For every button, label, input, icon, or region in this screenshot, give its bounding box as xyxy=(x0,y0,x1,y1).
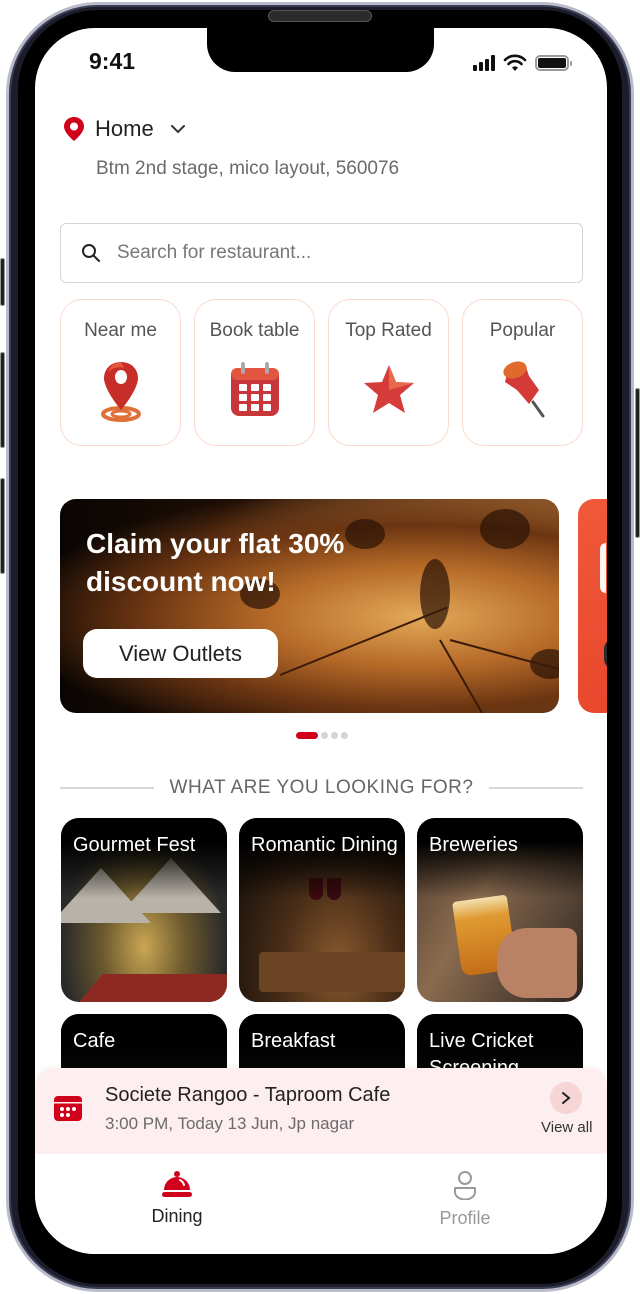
volume-down-button xyxy=(0,478,5,574)
quick-card-label: Book table xyxy=(209,320,300,341)
banner-title: Claim your flat 30% discount now! xyxy=(86,528,345,597)
mute-switch xyxy=(0,258,5,306)
quick-card-book-table[interactable]: Book table xyxy=(194,299,315,446)
quick-card-label: Top Rated xyxy=(345,320,432,341)
tile-breweries[interactable]: Breweries xyxy=(417,818,583,1002)
carousel-indicator xyxy=(296,732,348,739)
nav-label: Dining xyxy=(151,1206,203,1226)
nav-item-dining[interactable]: Dining xyxy=(117,1170,237,1227)
carousel-dot[interactable] xyxy=(321,732,328,739)
pushpin-icon xyxy=(493,360,553,420)
carousel-dot-active[interactable] xyxy=(296,732,318,739)
quick-card-popular[interactable]: Popular xyxy=(462,299,583,446)
status-icons xyxy=(473,54,572,72)
tile-label: Gourmet Fest xyxy=(73,834,196,856)
search-bar[interactable] xyxy=(60,223,583,283)
divider xyxy=(60,787,154,789)
chevron-down-icon xyxy=(170,125,185,134)
cellular-signal-icon xyxy=(473,55,495,71)
notch xyxy=(207,28,434,72)
carousel-dot[interactable] xyxy=(331,732,338,739)
quick-card-label: Popular xyxy=(489,320,556,341)
upcoming-booking[interactable]: Societe Rangoo - Taproom Cafe 3:00 PM, T… xyxy=(35,1068,607,1154)
tile-label: Breweries xyxy=(429,834,518,856)
booking-details: 3:00 PM, Today 13 Jun, Jp nagar xyxy=(105,1114,355,1133)
star-icon xyxy=(359,360,419,420)
power-button xyxy=(635,388,640,538)
carousel-dot[interactable] xyxy=(341,732,348,739)
next-banner-peek[interactable] xyxy=(578,499,607,713)
quick-card-top-rated[interactable]: Top Rated xyxy=(328,299,449,446)
tile-label: Cafe xyxy=(73,1030,116,1052)
quick-card-label: Near me xyxy=(84,320,157,341)
screen: 9:41 Home Btm 2nd stage, mico layout, 56… xyxy=(35,28,607,1254)
location-address: Btm 2nd stage, mico layout, 560076 xyxy=(96,158,400,179)
location-pin-icon xyxy=(64,117,84,141)
earpiece-speaker xyxy=(268,10,372,22)
section-title: WHAT ARE YOU LOOKING FOR? xyxy=(169,777,474,798)
view-all-link[interactable]: View all xyxy=(541,1119,592,1136)
quick-card-near-me[interactable]: Near me xyxy=(60,299,181,446)
battery-icon xyxy=(535,55,572,71)
location-title: Home xyxy=(95,116,154,141)
chevron-right-icon xyxy=(562,1092,571,1104)
dining-cloche-icon xyxy=(162,1171,192,1197)
nav-label: Profile xyxy=(439,1208,491,1228)
booking-title: Societe Rangoo - Taproom Cafe xyxy=(105,1084,391,1106)
calendar-icon xyxy=(225,360,285,420)
tile-label: Breakfast xyxy=(251,1030,336,1052)
tile-gourmet-fest[interactable]: Gourmet Fest xyxy=(61,818,227,1002)
nav-item-profile[interactable]: Profile xyxy=(405,1170,525,1229)
volume-up-button xyxy=(0,352,5,448)
booking-arrow-button[interactable] xyxy=(550,1082,582,1114)
location-selector[interactable]: Home xyxy=(63,116,186,142)
status-time: 9:41 xyxy=(89,48,136,74)
promo-banner[interactable]: Claim your flat 30% discount now! View O… xyxy=(60,499,559,713)
bottom-navigation: Dining Profile xyxy=(35,1154,607,1254)
view-outlets-button[interactable]: View Outlets xyxy=(83,629,278,678)
location-pin-icon xyxy=(91,360,151,422)
search-input[interactable] xyxy=(117,242,537,264)
wifi-icon xyxy=(503,54,527,71)
profile-icon xyxy=(454,1171,476,1200)
section-header: WHAT ARE YOU LOOKING FOR? xyxy=(60,777,583,799)
tile-romantic-dining[interactable]: Romantic Dining xyxy=(239,818,405,1002)
quick-categories: Near me Book table Top Rated Popular xyxy=(60,299,583,446)
calendar-icon xyxy=(54,1096,82,1121)
tile-label: Romantic Dining xyxy=(251,834,398,856)
divider xyxy=(489,787,583,789)
search-icon xyxy=(82,244,100,262)
